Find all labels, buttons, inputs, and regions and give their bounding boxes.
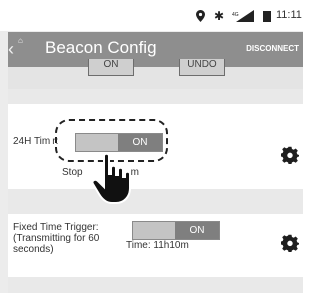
- top-left-button[interactable]: ON: [88, 59, 134, 76]
- fixed-trigger-time: Time: 11h10m: [126, 240, 189, 251]
- pointing-hand-icon: [91, 152, 131, 204]
- location-pin-icon: [196, 10, 205, 22]
- disconnect-button[interactable]: DISCONNECT: [246, 44, 299, 53]
- status-bar: ✱ 4G 11:11: [0, 0, 303, 31]
- fixed-trigger-toggle-on: ON: [175, 222, 219, 239]
- signal-4g-icon: 4G: [232, 10, 254, 22]
- fixed-trigger-toggle[interactable]: ON: [132, 221, 220, 240]
- timer-label: 24H Tim r:: [13, 136, 59, 147]
- svg-text:4G: 4G: [232, 12, 239, 18]
- back-chevron-icon[interactable]: ‹: [8, 39, 14, 60]
- gear-icon[interactable]: [281, 146, 299, 164]
- gear-icon[interactable]: [281, 234, 299, 252]
- phone-screen: ✱ 4G 11:11 ‹ ⌂ Beacon Config DISCONNECT …: [0, 0, 303, 293]
- fixed-trigger-label: Fixed Time Trigger: (Transmitting for 60…: [13, 222, 100, 255]
- page-title: Beacon Config: [45, 38, 157, 57]
- top-right-button[interactable]: UNDO: [179, 59, 225, 76]
- app-bar: ‹ ⌂ Beacon Config DISCONNECT: [8, 32, 303, 67]
- top-button-strip: ON UNDO: [8, 59, 303, 89]
- app-logo: ⌂: [18, 36, 23, 45]
- status-time: 11:11: [276, 9, 302, 21]
- timer-card: 24H Tim r: ON Stop m: [8, 104, 303, 204]
- bluetooth-icon: ✱: [214, 9, 225, 23]
- fixed-trigger-card: Fixed Time Trigger: (Transmitting for 60…: [8, 214, 303, 277]
- battery-icon: [263, 11, 271, 22]
- config-content: ON UNDO 24H Tim r: ON Stop m Fixed Time Tr…: [8, 59, 303, 293]
